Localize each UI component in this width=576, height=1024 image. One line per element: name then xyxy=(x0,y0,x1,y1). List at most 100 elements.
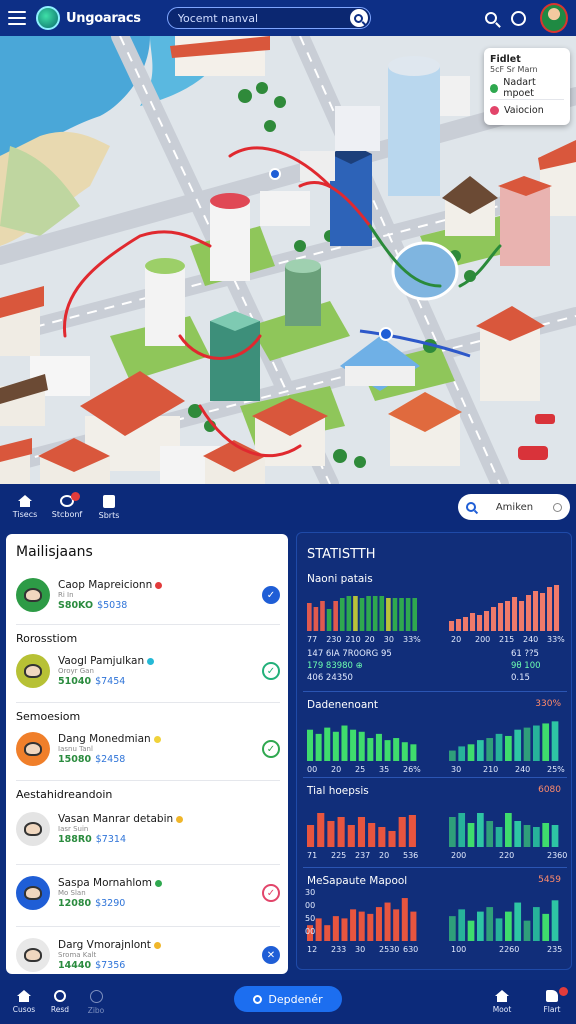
bar xyxy=(333,601,338,631)
panel-search-label: Amiken xyxy=(495,501,534,513)
bar xyxy=(324,727,331,761)
tick-label: 225 xyxy=(331,851,346,860)
list-item[interactable]: Caop Mapreicionn Ri In S80KO $5038 ✓ xyxy=(16,572,280,618)
flag-icon xyxy=(546,990,558,1002)
legend-title: Fidlet xyxy=(490,54,521,65)
divider xyxy=(16,864,280,865)
list-item[interactable]: Dang Monedmian Iasnu Tanl 15080 $2458 ✓ xyxy=(16,726,280,772)
check-icon[interactable] xyxy=(262,820,280,838)
item-name: Vaogl Pamjulkan xyxy=(58,654,145,667)
bar xyxy=(346,596,352,631)
avatar-face-icon xyxy=(24,886,42,900)
bar xyxy=(367,913,374,941)
bar xyxy=(350,729,357,761)
avatar-face-icon xyxy=(24,948,42,962)
tick-label: 26% xyxy=(403,765,421,774)
search-button[interactable] xyxy=(349,9,368,27)
tick-label: 20 xyxy=(379,851,389,860)
avatar xyxy=(16,654,50,688)
divider xyxy=(303,867,567,868)
tick-label: 210 xyxy=(483,765,498,774)
tick-label: 33% xyxy=(547,635,565,644)
menu-icon[interactable] xyxy=(8,11,26,25)
bar xyxy=(375,733,382,761)
bar xyxy=(554,585,560,631)
list-item[interactable]: Darg Vmorajnlont Sroma Kalt 14440 $7356 ✕ xyxy=(16,932,280,974)
item-value-primary: 51040 xyxy=(58,675,92,687)
bar xyxy=(320,601,325,631)
bottom-nav-home-right[interactable]: Moot xyxy=(484,990,520,1014)
city-map[interactable]: Fidlet 5cF Sr Marn Nadart mpoet Vaiocion xyxy=(0,36,576,484)
bottom-nav-home[interactable]: Cusos xyxy=(6,990,42,1014)
tab-stats[interactable]: Sbrts xyxy=(90,494,128,520)
bar xyxy=(359,598,365,631)
bar xyxy=(393,738,400,761)
bar xyxy=(399,598,404,631)
user-avatar[interactable] xyxy=(540,3,568,33)
bottom-nav-label: Zibo xyxy=(87,1005,105,1015)
bottom-nav-profile[interactable]: Zibo xyxy=(78,989,114,1015)
notification-badge xyxy=(559,987,568,996)
bar xyxy=(463,617,469,631)
bar xyxy=(337,817,345,847)
bar xyxy=(458,909,466,941)
tick-label: 71 xyxy=(307,851,317,860)
search-bar[interactable] xyxy=(166,7,371,29)
tick-label: 215 xyxy=(499,635,514,644)
list-item[interactable]: Vaogl Pamjulkan Oroyr Gan 51040 $7454 ✓ xyxy=(16,648,280,694)
top-bar: Ungoaracs xyxy=(0,0,576,36)
tab-share[interactable]: Stcbonf xyxy=(48,492,86,519)
globe-icon[interactable] xyxy=(511,10,526,26)
stats-label: MeSapaute Mapool xyxy=(307,875,408,887)
search-input[interactable] xyxy=(177,11,350,25)
divider xyxy=(303,691,567,692)
panel-search[interactable]: Amiken xyxy=(458,494,570,520)
avatar-face-icon xyxy=(24,742,42,756)
tick-label: 2260 xyxy=(499,945,519,954)
primary-search-button[interactable]: Depdenér xyxy=(234,986,342,1012)
list-panel: Mailisjaans Caop Mapreicionn Ri In S80KO $5… xyxy=(6,534,288,974)
tab-label: Stcbonf xyxy=(51,510,83,519)
home-icon xyxy=(495,990,509,1002)
stats-row: 147 6IA 7R0ORG 95 xyxy=(307,649,392,659)
bar xyxy=(491,607,497,631)
stats-value: 330% xyxy=(535,699,561,709)
bottom-nav-label: Cusos xyxy=(12,1005,36,1014)
check-icon[interactable]: ✓ xyxy=(262,586,280,604)
bar xyxy=(315,733,322,761)
item-subtitle: Iasnu Tanl xyxy=(58,745,93,754)
legend-subtitle: 5cF Sr Marn xyxy=(490,65,538,74)
legend-item[interactable]: Nadart mpoet xyxy=(490,77,564,99)
list-item[interactable]: Saspa Mornahlom Mo Slan 12080 $3290 ✓ xyxy=(16,870,280,916)
bar xyxy=(366,596,371,631)
bottom-nav-flag[interactable]: Flart xyxy=(534,987,570,1014)
bar xyxy=(486,907,494,941)
bottom-nav-search[interactable]: Resd xyxy=(42,990,78,1014)
bar xyxy=(378,827,386,847)
bar xyxy=(449,817,456,847)
divider xyxy=(303,777,567,778)
search-icon[interactable] xyxy=(485,12,497,24)
check-icon[interactable]: ✓ xyxy=(262,662,280,680)
tick-label: 00 xyxy=(305,927,315,936)
bar xyxy=(324,925,331,941)
bar xyxy=(458,813,466,847)
search-icon xyxy=(54,990,66,1002)
bar xyxy=(540,593,546,631)
item-value-primary: S80KO xyxy=(58,599,94,611)
tab-home[interactable]: Tisecs xyxy=(6,495,44,519)
avatar xyxy=(16,732,50,766)
item-subtitle: Mo Slan xyxy=(58,889,86,898)
app-title: Ungoaracs xyxy=(66,10,141,26)
list-item[interactable]: Vasan Manrar detabin Iasr Suin 188R0 $7314 xyxy=(16,806,280,852)
close-icon[interactable]: ✕ xyxy=(262,946,280,964)
divider xyxy=(16,624,280,625)
check-icon[interactable]: ✓ xyxy=(262,740,280,758)
item-subtitle: Ri In xyxy=(58,591,74,600)
tick-label: 00 xyxy=(307,765,317,774)
app-logo xyxy=(36,6,60,30)
legend-item[interactable]: Vaiocion xyxy=(490,99,564,121)
tick-label: 30 xyxy=(384,635,394,644)
bar xyxy=(467,744,475,761)
check-icon[interactable]: ✓ xyxy=(262,884,280,902)
